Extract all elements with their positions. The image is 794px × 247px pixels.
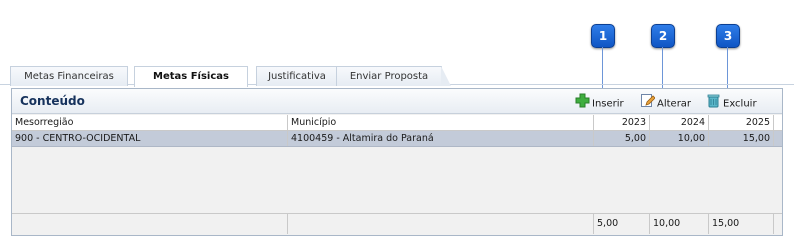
trash-icon	[706, 93, 721, 114]
grid-header-row: Mesorregião Município 2023 2024 2025	[12, 115, 782, 131]
callout-badge-1: 1	[591, 24, 615, 48]
panel-title: Conteúdo	[20, 94, 85, 108]
cell-mesorregiao: 900 - CENTRO-OCIDENTAL	[12, 131, 288, 146]
insert-label: Inserir	[592, 98, 624, 110]
cell-2025: 15,00	[709, 131, 774, 146]
cell-2024: 10,00	[650, 131, 709, 146]
total-municipio	[288, 214, 594, 234]
callout-leader-1	[602, 47, 603, 89]
callout-badge-2: 2	[651, 24, 675, 48]
column-header-2024[interactable]: 2024	[650, 115, 709, 130]
delete-label: Excluir	[723, 98, 757, 110]
grid-totals-row: 5,00 10,00 15,00	[12, 213, 782, 234]
plus-icon	[575, 93, 590, 114]
total-2025: 15,00	[709, 214, 774, 234]
total-mesorregiao	[12, 214, 288, 234]
edit-label: Alterar	[657, 98, 692, 110]
delete-button[interactable]: Excluir	[706, 93, 757, 110]
column-header-mesorregiao[interactable]: Mesorregião	[12, 115, 288, 130]
column-header-2025[interactable]: 2025	[709, 115, 774, 130]
tab-metas-financeiras[interactable]: Metas Financeiras	[10, 66, 128, 86]
cell-2023: 5,00	[594, 131, 650, 146]
edit-icon	[640, 93, 656, 114]
edit-button[interactable]: Alterar	[640, 93, 692, 110]
column-header-municipio[interactable]: Município	[288, 115, 594, 130]
callout-badge-3: 3	[716, 24, 740, 48]
tab-slant	[441, 66, 451, 86]
total-2023: 5,00	[594, 214, 650, 234]
column-header-2023[interactable]: 2023	[594, 115, 650, 130]
tab-label: Metas Financeiras	[24, 71, 114, 82]
tab-metas-fisicas[interactable]: Metas Físicas	[134, 66, 248, 87]
callout-leader-2	[662, 47, 663, 89]
tab-justificativa[interactable]: Justificativa	[256, 66, 338, 86]
content-panel: Conteúdo Inserir Alterar Excluir Mesorre…	[11, 88, 783, 236]
cell-municipio: 4100459 - Altamira do Paraná	[288, 131, 594, 146]
callout-leader-3	[727, 47, 728, 89]
tab-label: Enviar Proposta	[349, 71, 429, 82]
total-2024: 10,00	[650, 214, 709, 234]
panel-header: Conteúdo Inserir Alterar Excluir	[12, 89, 782, 114]
tab-enviar-proposta[interactable]: Enviar Proposta	[336, 66, 451, 86]
tab-label: Metas Físicas	[153, 71, 229, 82]
table-row[interactable]: 900 - CENTRO-OCIDENTAL 4100459 - Altamir…	[12, 131, 782, 147]
tab-label: Justificativa	[268, 71, 326, 82]
insert-button[interactable]: Inserir	[575, 93, 624, 110]
